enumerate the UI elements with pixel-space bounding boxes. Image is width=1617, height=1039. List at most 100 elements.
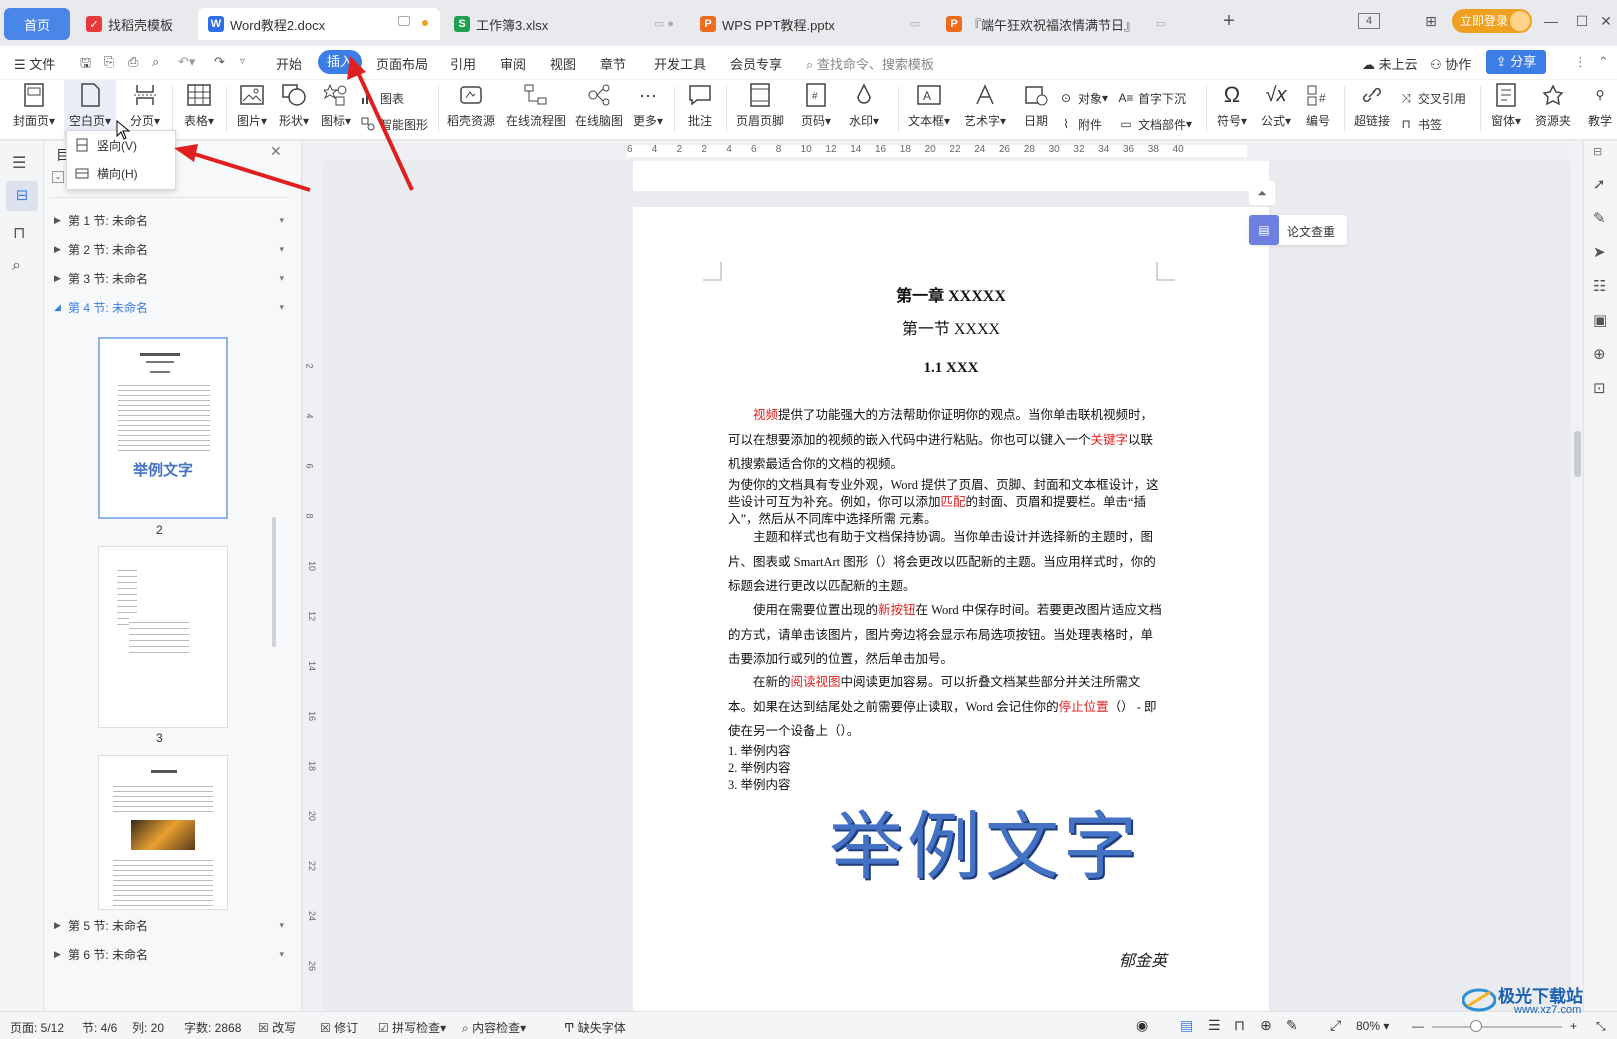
compass-icon[interactable]: ⊕ [1593,345,1606,363]
new-tab-button[interactable]: + [1218,10,1240,32]
tab-section[interactable]: 章节 [600,54,626,73]
book-icon[interactable]: ⊡ [1593,379,1606,397]
drop-cap-button[interactable]: A≡ 首字下沉 [1118,88,1186,108]
online-flowchart-button[interactable]: 在线流程图 [506,80,566,138]
preview-icon[interactable]: ⌕ [152,54,159,70]
more-quick-icon[interactable]: ▿ [240,56,245,67]
panel-toggle-icon[interactable]: ⊟ [1593,145,1602,158]
content-check-button[interactable]: ⌕ 内容检查▾ [462,1019,526,1036]
more-menu-icon[interactable]: ⋮ [1574,54,1587,70]
undo-icon[interactable]: ↶▾ [178,54,195,70]
tab-view[interactable]: 视图 [550,54,576,73]
hyperlink-button[interactable]: 超链接 [1350,80,1394,138]
tab-pptx[interactable]: P WPS PPT教程.pptx ▭ [690,8,932,40]
tab-start[interactable]: 开始 [276,54,302,73]
page-thumbnail-2[interactable]: 举例文字 [98,337,228,519]
save-icon[interactable]: 🖫 [80,54,91,76]
nav-scrollbar[interactable] [272,517,276,647]
header-footer-button[interactable]: 页眉页脚 [732,80,788,138]
close-window-button[interactable]: ✕ [1597,10,1615,32]
comment-button[interactable]: 批注 [680,80,720,138]
image-tool-icon[interactable]: ▣ [1593,311,1607,329]
tab-developer[interactable]: 开发工具 [654,54,706,73]
dropdown-item-horizontal[interactable]: 横向(H) [67,159,175,187]
tab-layout[interactable]: 页面布局 [376,54,428,73]
teach-button[interactable]: ⚲ 教学 [1582,80,1617,138]
read-view-icon[interactable]: ⊓ [1234,1017,1245,1034]
doc-parts-button[interactable]: ▭ 文档部件 ▾ [1118,114,1192,134]
form-window-button[interactable]: 窗体▾ [1486,80,1526,138]
tab-docer-templates[interactable]: ✓ 找稻壳模板 [76,8,194,40]
icon-button[interactable]: 图标▾ [316,80,356,138]
command-search[interactable]: ⌕ 查找命令、搜索模板 [806,54,934,73]
picture-button[interactable]: 图片▾ [232,80,272,138]
page-view-icon[interactable]: ▤ [1180,1017,1193,1034]
section-item[interactable]: ▶ 第 6 节: 未命名 ▾ [54,943,284,965]
vertical-ruler[interactable]: 24681012141618202224262830 [303,161,323,1011]
export-icon[interactable]: ⎘ [104,54,114,70]
docer-resource-button[interactable]: 稻壳资源 [444,80,498,138]
close-nav-icon[interactable]: ✕ [270,143,282,160]
tab-reference[interactable]: 引用 [450,54,476,73]
eye-protect-icon[interactable]: ◉ [1136,1017,1148,1034]
tab-insert[interactable]: 插入 [318,50,362,74]
date-button[interactable]: 日期 [1018,80,1054,138]
scrollbar-thumb[interactable] [1574,431,1581,477]
missing-font-button[interactable]: Ͳ 缺失字体 [564,1019,626,1036]
spell-check-button[interactable]: ☑ 拼写检查▾ [378,1019,446,1036]
bookmark-button[interactable]: ⊓ 书签 [1398,114,1442,134]
object-button[interactable]: ⊙ 对象 ▾ [1058,88,1108,108]
paper-check-button[interactable]: ▤ 论文查重 [1249,215,1347,245]
bookmark-panel-icon[interactable]: ⊓ [13,223,25,243]
collab-button[interactable]: ⚇ 协作 [1430,54,1471,73]
grid-icon[interactable]: ⊞ [1420,10,1442,32]
zoom-out-button[interactable]: — [1412,1019,1424,1033]
attachment-button[interactable]: ⌇ 附件 [1058,114,1102,134]
word-count[interactable]: 字数: 2868 [184,1019,241,1036]
page-indicator[interactable]: 页面: 5/12 [10,1019,64,1036]
tab-home[interactable]: 首页 [4,8,70,40]
smart-art-button[interactable]: 智能图形 [360,114,428,134]
zoom-level[interactable]: 80% ▾ [1356,1019,1389,1033]
textbox-button[interactable]: A 文本框▾ [904,80,954,138]
cloud-status[interactable]: ☁ 未上云 [1362,54,1418,73]
section-item-active[interactable]: ◢ 第 4 节: 未命名 ▾ [54,296,284,318]
section-item[interactable]: ▶ 第 5 节: 未命名 ▾ [54,914,284,936]
cover-page-button[interactable]: 封面页▾ [10,80,58,138]
pen-icon[interactable]: ✎ [1593,209,1606,227]
select-cursor-icon[interactable]: ➤ [1593,243,1606,261]
more-button[interactable]: ··· 更多▾ [628,80,668,138]
chart-button[interactable]: 图表 [360,88,404,108]
collapse-ribbon-icon[interactable]: ⌃ [1598,54,1609,70]
tab-member[interactable]: 会员专享 [730,54,782,73]
share-button[interactable]: ⇪ 分享 [1486,50,1546,74]
page-thumbnail-4[interactable] [98,755,228,910]
wordart-text[interactable]: 举例文字 [829,787,1141,894]
zoom-slider[interactable] [1432,1026,1562,1028]
overwrite-toggle[interactable]: ☒ 改写 [258,1019,296,1036]
redo-icon[interactable]: ↷ [214,54,225,70]
monitor-icon[interactable] [398,16,410,26]
outline-view-icon[interactable]: ☰ [1208,1017,1221,1034]
wordart-button[interactable]: 艺术字▾ [960,80,1010,138]
section-item[interactable]: ▶ 第 1 节: 未命名 ▾ [54,209,284,231]
tab-ppt2[interactable]: P 『端午狂欢祝福浓情满节日』 ▭ [936,8,1178,40]
collapse-all-icon[interactable]: ⌄ [52,171,64,183]
search-panel-icon[interactable]: ⌕ [12,257,21,275]
horizontal-ruler[interactable]: 6 4 2 2 4 6 8 10 12 14 16 18 20 22 24 26 28 30 32 34 36 38 40 [303,141,1583,161]
write-view-icon[interactable]: ✎ [1286,1017,1298,1034]
tab-xlsx[interactable]: S 工作簿3.xlsx ▭ ● [444,8,686,40]
login-button[interactable]: 立即登录 [1452,9,1532,33]
maximize-button[interactable]: ☐ [1571,10,1593,32]
navigation-pane-icon[interactable]: ⊟ [6,181,38,211]
numbering-button[interactable]: # 编号 [1300,80,1336,138]
print-icon[interactable]: ⎙ [128,54,138,70]
symbol-button[interactable]: Ω 符号▾ [1212,80,1252,138]
rocket-icon[interactable]: ➚ [1593,175,1606,193]
resource-folder-button[interactable]: 资源夹 [1530,80,1576,138]
file-menu[interactable]: ☰ 文件 [14,54,55,73]
table-button[interactable]: 表格▾ [178,80,220,138]
fit-page-icon[interactable]: ⤢ [1330,1017,1341,1034]
tab-review[interactable]: 审阅 [500,54,526,73]
web-view-icon[interactable]: ⊕ [1260,1017,1272,1034]
